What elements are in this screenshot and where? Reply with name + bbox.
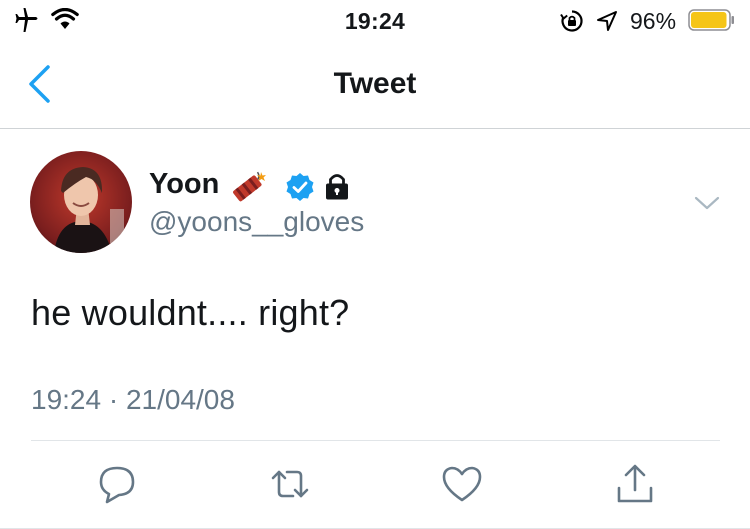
share-icon [617,464,653,503]
orientation-lock-icon [560,10,583,32]
tweet-text: he wouldnt.... right? [31,292,350,333]
verified-badge-icon [286,173,314,201]
battery-icon [688,9,734,31]
battery-fill [691,12,727,28]
like-icon [442,466,482,502]
lock-icon [326,174,348,200]
share-button[interactable] [613,462,657,506]
chevron-down-icon[interactable] [694,190,720,216]
like-button[interactable] [440,462,484,506]
reply-button[interactable] [95,462,139,506]
location-arrow-icon [597,11,617,31]
status-bar: 19:24 96% [0,0,750,40]
reply-icon [99,466,135,504]
retweet-icon [271,470,309,498]
actions-divider [31,440,720,441]
firecracker-icon [233,171,266,202]
tweet-timestamp: 19:24 · 21/04/08 [31,384,235,415]
avatar[interactable] [30,151,132,253]
display-name[interactable]: Yoon [149,168,219,201]
page-title: Tweet [333,67,417,100]
battery-percent: 96% [630,8,677,34]
handle[interactable]: @yoons__gloves [149,206,364,238]
retweet-button[interactable] [268,462,312,506]
header-divider [0,128,750,129]
